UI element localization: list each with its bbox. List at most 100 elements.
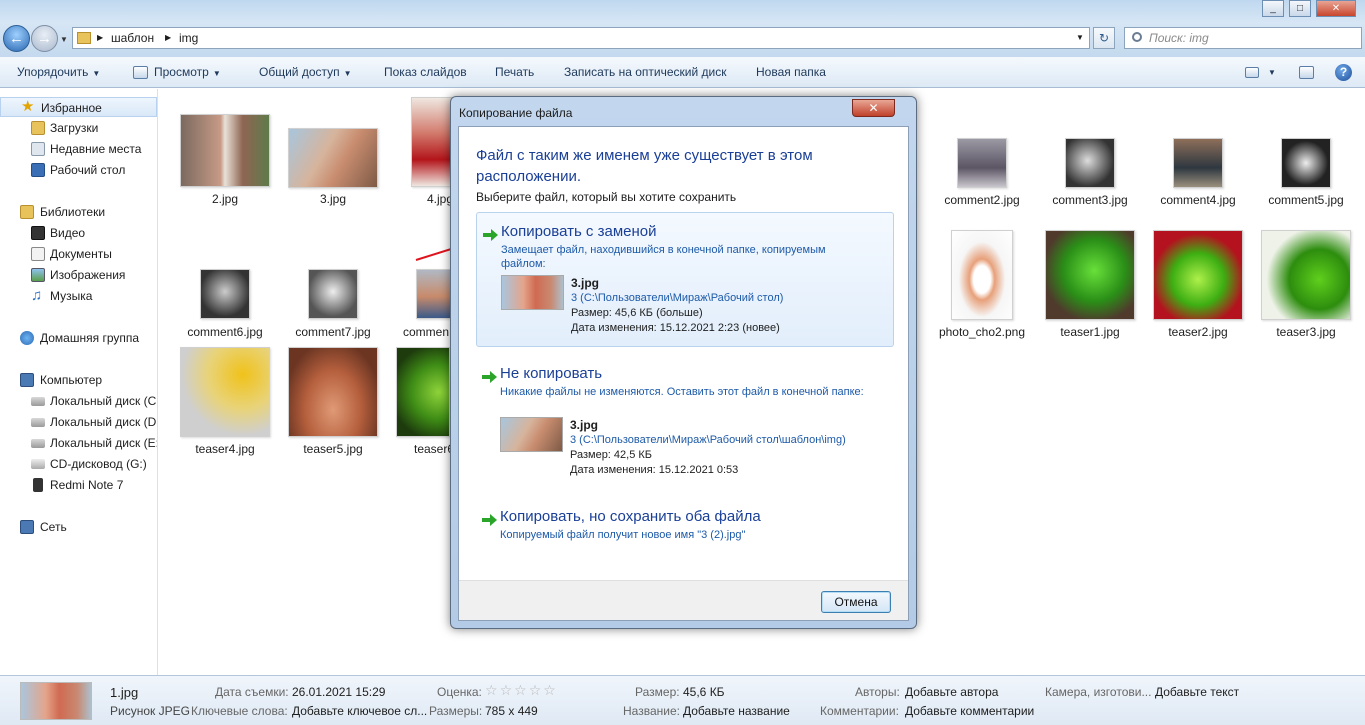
maximize-button[interactable]: □ (1289, 0, 1311, 17)
file-item-photo-cho2[interactable]: photo_cho2.png (930, 230, 1034, 339)
option-file-info: 3.jpg 3 (C:\Пользователи\Мираж\Рабочий с… (570, 418, 846, 478)
file-item-comment2[interactable]: comment2.jpg (930, 138, 1034, 207)
sidebar-item-drive-e[interactable]: Локальный диск (E: (0, 433, 157, 453)
green-arrow-icon (482, 371, 497, 383)
cancel-button[interactable]: Отмена (821, 591, 891, 613)
date-taken-label: Дата съемки: (215, 685, 289, 699)
close-window-button[interactable]: ✕ (1316, 0, 1356, 17)
address-history-chevron-icon[interactable]: ▼ (1076, 33, 1084, 42)
option-file-path: 3 (C:\Пользователи\Мираж\Рабочий стол\ша… (570, 434, 846, 446)
share-button[interactable]: Общий доступ ▼ (259, 65, 352, 79)
recent-pages-chevron-icon[interactable]: ▼ (60, 35, 68, 44)
print-button[interactable]: Печать (495, 65, 534, 79)
file-item-comment3[interactable]: comment3.jpg (1038, 138, 1142, 207)
sidebar-item-redmi-note-7[interactable]: Redmi Note 7 (0, 475, 157, 495)
date-taken-value[interactable]: 26.01.2021 15:29 (292, 685, 385, 699)
option-description: Замещает файл, находившийся в конечной п… (501, 244, 826, 270)
sidebar-item-cd-drive[interactable]: CD-дисковод (G:) (0, 454, 157, 474)
rating-label: Оценка: (437, 685, 482, 699)
file-item-teaser3[interactable]: teaser3.jpg (1254, 230, 1358, 339)
dialog-close-button[interactable]: ✕ (852, 99, 895, 117)
address-bar[interactable]: ▶ шаблон ▶ img ▼ (72, 27, 1090, 49)
sidebar-item-pictures[interactable]: Изображения (0, 265, 157, 285)
help-icon[interactable]: ? (1335, 64, 1352, 81)
forward-button[interactable]: → (31, 25, 58, 52)
back-button[interactable]: ← (3, 25, 30, 52)
desktop-icon (31, 163, 45, 177)
option-title: Копировать, но сохранить оба файла (500, 508, 761, 525)
breadcrumb-item-shablon[interactable]: шаблон (111, 31, 154, 45)
sidebar-item-music[interactable]: ♫ Музыка (0, 286, 157, 306)
option-description: Никакие файлы не изменяются. Оставить эт… (500, 386, 864, 398)
view-options-chevron-icon[interactable]: ▼ (1268, 68, 1276, 77)
file-thumbnail (396, 347, 450, 437)
cd-drive-icon (31, 459, 45, 469)
option-file-date: Дата изменения: 15.12.2021 0:53 (570, 464, 739, 476)
minimize-button[interactable]: _ (1262, 0, 1284, 17)
file-item-teaser1[interactable]: teaser1.jpg (1038, 230, 1142, 339)
selected-file-thumbnail (20, 682, 92, 720)
sidebar-item-favorites[interactable]: ★ Избранное (0, 97, 157, 117)
view-button[interactable]: Просмотр ▼ (154, 65, 221, 79)
pictures-icon (31, 268, 45, 282)
size-label: Размер: (635, 685, 680, 699)
green-arrow-icon (482, 514, 497, 526)
option-keep-both[interactable]: Копировать, но сохранить оба файла Копир… (476, 498, 894, 548)
file-item-comment5[interactable]: comment5.jpg (1254, 138, 1358, 207)
sidebar-item-drive-d[interactable]: Локальный диск (D (0, 412, 157, 432)
breadcrumb-chevron-icon[interactable]: ▶ (165, 33, 171, 42)
camera-label: Камера, изготови... (1045, 685, 1152, 699)
refresh-button[interactable]: ↻ (1093, 27, 1115, 49)
file-item-teaser2[interactable]: teaser2.jpg (1146, 230, 1250, 339)
keywords-value[interactable]: Добавьте ключевое сл... (292, 704, 427, 718)
sidebar-item-computer[interactable]: Компьютер (0, 370, 157, 390)
star-icon: ☆ (514, 682, 527, 698)
star-icon: ☆ (543, 682, 556, 698)
star-icon: ☆ (499, 682, 513, 698)
sidebar-item-downloads[interactable]: Загрузки (0, 118, 157, 138)
search-input[interactable]: Поиск: img (1124, 27, 1362, 49)
slideshow-button[interactable]: Показ слайдов (384, 65, 467, 79)
selected-file-type: Рисунок JPEG (110, 704, 190, 718)
option-title: Копировать с заменой (501, 223, 657, 240)
sidebar-item-drive-c[interactable]: Локальный диск (C (0, 391, 157, 411)
file-item-comment6[interactable]: comment6.jpg (173, 269, 277, 339)
drive-c-icon (31, 397, 45, 406)
sidebar-item-libraries[interactable]: Библиотеки (0, 202, 157, 222)
change-view-icon[interactable] (1245, 67, 1259, 78)
file-name: commen (403, 325, 450, 339)
file-item-comment8[interactable]: commen (396, 269, 466, 339)
burn-disc-button[interactable]: Записать на оптический диск (564, 65, 727, 79)
sidebar-item-recent-places[interactable]: Недавние места (0, 139, 157, 159)
preview-pane-icon[interactable] (1299, 66, 1314, 79)
file-item-teaser4[interactable]: teaser4.jpg (173, 347, 277, 456)
title-value[interactable]: Добавьте название (683, 704, 790, 718)
file-item-2jpg[interactable]: 2.jpg (173, 114, 277, 206)
sidebar-item-network[interactable]: Сеть (0, 517, 157, 537)
option-do-not-copy[interactable]: Не копировать Никакие файлы не изменяютс… (476, 355, 894, 485)
sidebar-item-video[interactable]: Видео (0, 223, 157, 243)
breadcrumb-item-img[interactable]: img (179, 31, 198, 45)
file-item-teaser6[interactable]: teaser6 (396, 347, 454, 456)
details-pane: 1.jpg Рисунок JPEG Дата съемки: 26.01.20… (0, 675, 1365, 725)
sidebar-item-desktop[interactable]: Рабочий стол (0, 160, 157, 180)
file-item-comment7[interactable]: comment7.jpg (281, 269, 385, 339)
camera-value[interactable]: Добавьте текст (1155, 685, 1239, 699)
file-item-comment4[interactable]: comment4.jpg (1146, 138, 1250, 207)
sidebar-item-homegroup[interactable]: Домашняя группа (0, 328, 157, 348)
breadcrumb-chevron-icon[interactable]: ▶ (97, 33, 103, 42)
rating-stars[interactable]: ☆ ☆ ☆ ☆ ☆ (485, 682, 558, 699)
keywords-label: Ключевые слова: (191, 704, 288, 718)
file-item-teaser5[interactable]: teaser5.jpg (281, 347, 385, 456)
size-value: 45,6 КБ (683, 685, 725, 699)
organize-button[interactable]: Упорядочить ▼ (17, 65, 100, 79)
authors-value[interactable]: Добавьте автора (905, 685, 998, 699)
sidebar-item-documents[interactable]: Документы (0, 244, 157, 264)
option-copy-and-replace[interactable]: Копировать с заменой Замещает файл, нахо… (476, 212, 894, 347)
file-name: comment3.jpg (1052, 193, 1128, 207)
file-item-3jpg[interactable]: 3.jpg (281, 128, 385, 206)
file-thumbnail (308, 269, 358, 319)
comments-value[interactable]: Добавьте комментарии (905, 704, 1034, 718)
homegroup-icon (20, 331, 34, 345)
new-folder-button[interactable]: Новая папка (756, 65, 826, 79)
